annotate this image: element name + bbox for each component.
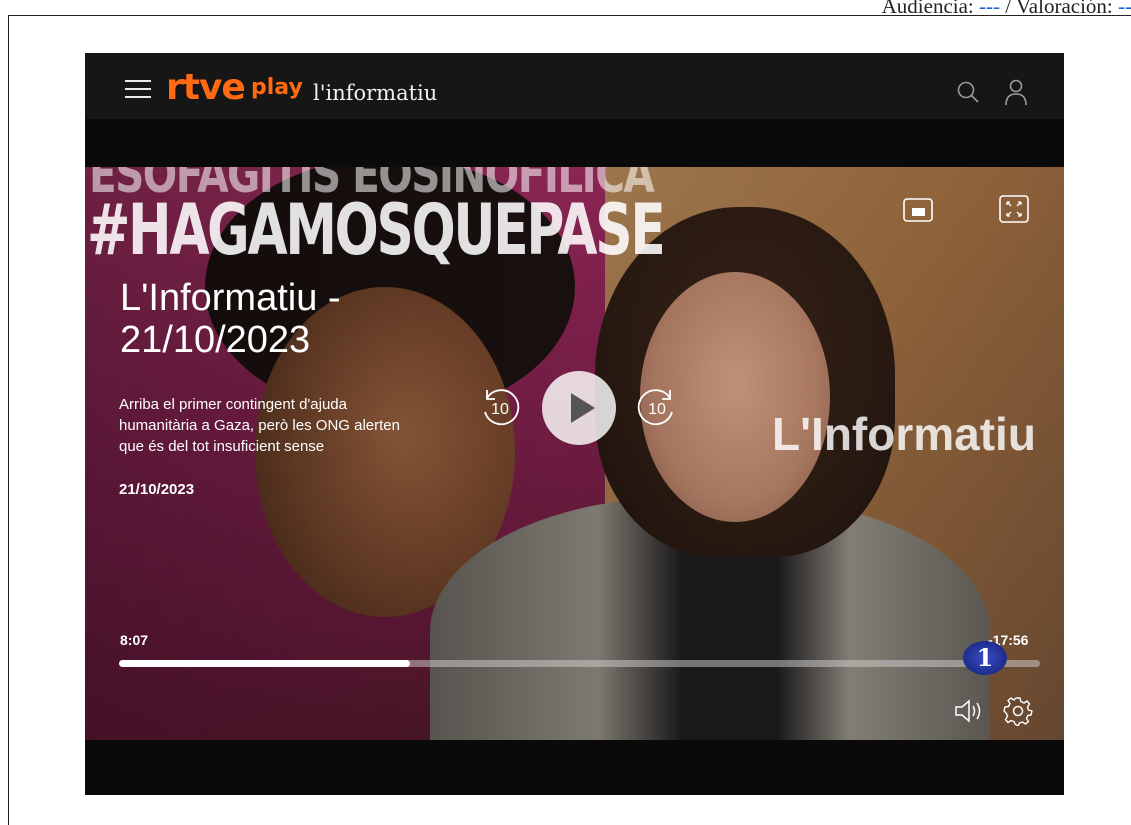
channel-1-logo: 1 [963,641,1007,675]
program-title[interactable]: l'informatiu [313,81,437,105]
rewind-10-icon[interactable]: 10 [477,384,523,430]
volume-icon[interactable] [953,697,985,725]
rating-link[interactable]: --- [1118,0,1131,18]
poster-banner-hashtag: #HAGAMOSQUEPASE [87,189,666,271]
episode-title: L'Informatiu - 21/10/2023 [120,277,341,361]
channel-watermark: L'Informatiu [772,408,1036,460]
video-frame[interactable]: ESOFAGITIS EOSINOFÍLICA #HAGAMOSQUEPASE … [85,167,1064,740]
play-logo[interactable]: play [251,75,303,100]
rating-prefix: / Valoración: [1000,0,1119,18]
episode-date: 21/10/2023 [119,481,195,498]
settings-gear-icon[interactable] [1003,696,1033,726]
progress-bar[interactable] [119,660,1040,667]
fullscreen-icon[interactable] [999,195,1029,223]
current-time: 8:07 [120,632,149,648]
forward-10-icon[interactable]: 10 [634,384,680,430]
video-player: rtve play l'informatiu ESOFAGITIS EOSINO… [85,53,1064,795]
forward-seconds: 10 [648,401,666,418]
audience-rating-text: Audiencia: --- / Valoración: --- [882,0,1131,19]
search-icon[interactable] [956,80,980,104]
play-button[interactable] [542,371,616,445]
play-icon [571,393,595,423]
frame-border-left [8,15,9,825]
user-icon[interactable] [1004,78,1028,106]
top-navigation-bar: rtve play l'informatiu [85,53,1064,119]
menu-icon[interactable] [125,80,151,98]
rtve-logo[interactable]: rtve [166,67,246,108]
picture-in-picture-icon[interactable] [903,197,933,223]
episode-description: Arriba el primer contingent d'ajuda huma… [119,396,400,455]
audience-link[interactable]: --- [979,0,1000,18]
audience-prefix: Audiencia: [881,0,980,18]
rewind-seconds: 10 [491,401,509,418]
progress-bar-fill [119,660,411,667]
